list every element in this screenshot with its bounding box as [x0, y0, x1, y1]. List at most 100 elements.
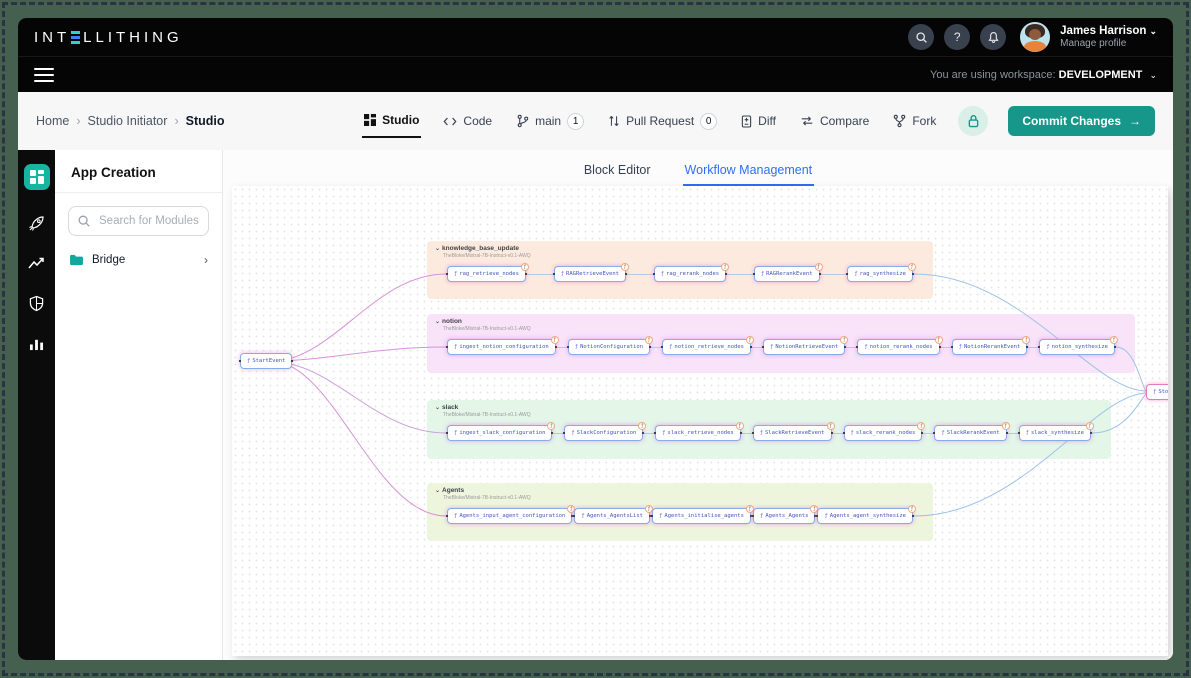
node-badge-icon: ƒ — [917, 421, 926, 430]
grid-icon — [29, 170, 44, 184]
workflow-node[interactable]: ƒ ingest_slack_configuration ƒ — [445, 421, 556, 441]
search-icon — [78, 215, 90, 227]
node-label: rag_synthesize — [859, 270, 906, 277]
sidebar-item-security[interactable] — [29, 295, 44, 312]
workflow-node[interactable]: ƒ rag_synthesize ƒ — [846, 262, 916, 282]
node-label: SlackConfiguration — [576, 429, 637, 436]
workflow-node[interactable]: ƒ Agents_AgentsList ƒ — [573, 504, 653, 524]
sidebar-item-app-creation[interactable] — [23, 164, 50, 190]
workflow-group-Agents[interactable]: ⌄ Agents TheBloke/Mistral-7B-Instruct-v0.1… — [427, 483, 933, 541]
tab-pull-request[interactable]: Pull Request 0 — [606, 104, 719, 139]
workflow-node[interactable]: ƒ SlackRetrieveEvent ƒ — [751, 421, 835, 441]
group-header: ⌄ Agents TheBloke/Mistral-7B-Instruct-v0.1… — [435, 487, 531, 501]
node-badge-icon: ƒ — [1109, 335, 1118, 344]
node-label: notion_rerank_nodes — [869, 343, 933, 350]
workflow-group-notion[interactable]: ⌄ notion TheBloke/Mistral-7B-Instruct-v0.1… — [427, 314, 1135, 373]
icon-rail — [18, 150, 55, 660]
function-icon: ƒ — [660, 270, 665, 277]
help-icon[interactable]: ? — [944, 24, 971, 50]
workflow-node[interactable]: ƒ slack_synthesize ƒ — [1017, 421, 1094, 441]
workflow-node[interactable]: ƒ NotionConfiguration ƒ — [566, 335, 654, 355]
workspace-selector[interactable]: You are using workspace: DEVELOPMENT ⌄ — [930, 69, 1157, 81]
lock-icon[interactable] — [958, 106, 989, 136]
manage-profile-link[interactable]: Manage profile — [1060, 38, 1157, 51]
tab-fork[interactable]: Fork — [891, 105, 938, 137]
search-icon[interactable] — [908, 24, 935, 50]
pull-request-icon — [609, 115, 619, 127]
node-label: NotionRetrieveEvent — [775, 343, 839, 350]
workflow-canvas[interactable]: ƒStartEvent ƒStopEvent ⌄knowledge_base_u… — [232, 186, 1168, 656]
function-icon: ƒ — [454, 343, 458, 350]
node-label: ingest_slack_configuration — [459, 429, 546, 436]
node-badge-icon: ƒ — [840, 335, 849, 344]
tab-studio[interactable]: Studio — [362, 104, 422, 138]
rocket-icon — [29, 216, 44, 231]
workspace-prefix: You are using workspace: — [930, 68, 1056, 81]
workflow-node[interactable]: ƒ rag_retrieve_nodes ƒ — [446, 262, 529, 282]
breadcrumb-home[interactable]: Home — [36, 114, 69, 128]
workflow-group-knowledge_base_update[interactable]: ⌄ knowledge_base_update TheBloke/Mistral-7… — [427, 241, 933, 299]
logo-suffix: LLITHING — [83, 28, 183, 46]
tab-branch-main[interactable]: main 1 — [514, 104, 586, 139]
tab-diff[interactable]: Diff — [739, 105, 778, 137]
workflow-node-stop[interactable]: ƒStopEvent — [1146, 384, 1168, 400]
workflow-node[interactable]: ƒ Agents_agent_synthesize ƒ — [816, 504, 916, 524]
workflow-node[interactable]: ƒ notion_rerank_nodes ƒ — [856, 335, 943, 355]
node-badge-icon: ƒ — [745, 335, 754, 344]
commit-changes-button[interactable]: Commit Changes → — [1008, 106, 1155, 136]
workflow-node[interactable]: ƒ RAGRetrieveEvent ƒ — [552, 262, 629, 282]
workflow-node-start[interactable]: ƒ StartEvent — [238, 353, 294, 369]
workflow-node[interactable]: ƒ NotionRetrieveEvent ƒ — [762, 335, 849, 355]
sidebar-item-deploy[interactable] — [28, 215, 45, 232]
node-label: Agents_Agents — [765, 512, 809, 519]
toolbar: Studio Code main 1 Pull Request 0 Diff C… — [362, 104, 1155, 139]
group-header: ⌄ notion TheBloke/Mistral-7B-Instruct-v0.1… — [435, 318, 531, 332]
user-menu[interactable]: James Harrison ⌄ Manage profile — [1060, 24, 1157, 51]
workflow-node[interactable]: ƒ notion_retrieve_nodes ƒ — [661, 335, 754, 355]
group-name: Agents — [442, 487, 465, 494]
node-label: slack_synthesize — [1030, 429, 1084, 436]
node-badge-icon: ƒ — [1085, 421, 1094, 430]
node-label: RAGRetrieveEvent — [566, 270, 619, 277]
sidebar-item-reports[interactable] — [29, 337, 44, 351]
avatar[interactable] — [1020, 22, 1051, 52]
branch-icon — [517, 114, 529, 128]
app-window: INT LLITHING ? James Harrison ⌄ Manage pr… — [18, 18, 1173, 660]
workflow-node[interactable]: ƒ SlackConfiguration ƒ — [563, 421, 647, 441]
workflow-node[interactable]: ƒ Agents_Agents ƒ — [752, 504, 819, 524]
tab-compare[interactable]: Compare — [798, 105, 871, 137]
node-label: slack_retrieve_nodes — [667, 429, 734, 436]
node-badge-icon: ƒ — [645, 335, 654, 344]
node-label: Agents_AgentsList — [586, 512, 643, 519]
sidebar-item-analytics[interactable] — [28, 257, 45, 270]
workflow-node[interactable]: ƒ RAGRerankEvent ƒ — [752, 262, 823, 282]
workflow-node[interactable]: ƒ NotionRerankEvent ƒ — [950, 335, 1031, 355]
tab-block-editor[interactable]: Block Editor — [582, 155, 653, 186]
workflow-node[interactable]: ƒ slack_rerank_nodes ƒ — [842, 421, 926, 441]
workflow-node[interactable]: ƒ Agents_input_agent_configuration ƒ — [445, 504, 576, 524]
shield-icon — [29, 295, 44, 312]
node-label: slack_rerank_nodes — [855, 429, 916, 436]
menu-icon[interactable] — [34, 64, 54, 86]
workflow-node[interactable]: ƒ ingest_notion_configuration ƒ — [446, 335, 559, 355]
function-icon: ƒ — [759, 429, 763, 436]
workflow-node[interactable]: ƒ slack_retrieve_nodes ƒ — [654, 421, 744, 441]
group-header: ⌄ slack TheBloke/Mistral-7B-Instruct-v0.1-… — [435, 404, 531, 418]
workflow-node[interactable]: ƒ Agents_initialise_agents ƒ — [651, 504, 754, 524]
tab-code[interactable]: Code — [441, 105, 494, 137]
breadcrumb-studio-initiator[interactable]: Studio Initiator — [88, 114, 168, 128]
node-label: NotionRerankEvent — [963, 343, 1021, 350]
function-icon: ƒ — [1153, 389, 1157, 395]
workflow-group-slack[interactable]: ⌄ slack TheBloke/Mistral-7B-Instruct-v0.1-… — [427, 400, 1111, 459]
workflow-node[interactable]: ƒ SlackRerankEvent ƒ — [933, 421, 1010, 441]
notifications-icon[interactable] — [980, 24, 1007, 50]
workflow-node[interactable]: ƒ rag_rerank_nodes ƒ — [652, 262, 730, 282]
workflow-node[interactable]: ƒ notion_synthesize ƒ — [1038, 335, 1118, 355]
branch-count-badge: 1 — [567, 112, 585, 130]
node-label: notion_synthesize — [1051, 343, 1108, 350]
tab-workflow-management[interactable]: Workflow Management — [682, 155, 815, 186]
group-model-subtitle: TheBloke/Mistral-7B-Instruct-v0.1-AWQ — [443, 495, 531, 501]
group-model-subtitle: TheBloke/Mistral-7B-Instruct-v0.1-AWQ — [443, 326, 531, 332]
user-name: James Harrison — [1060, 24, 1147, 37]
module-item-bridge[interactable]: Bridge › — [55, 244, 222, 276]
